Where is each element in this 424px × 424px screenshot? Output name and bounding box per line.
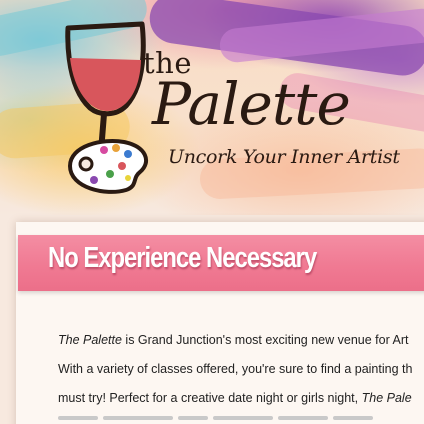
the-palette-logo[interactable]: the Palette Uncork Your Inner Artist [60,14,400,204]
body-text: must try! Perfect for a creative date ni… [58,391,362,405]
body-line-2: With a variety of classes offered, you'r… [58,362,413,376]
body-text: is Grand Junction's most exciting new ve… [121,333,409,347]
body-line-1: The Palette is Grand Junction's most exc… [58,333,424,347]
venue-name-italic: The Palette [58,333,122,347]
body-line-4-cut [58,416,418,424]
section-title: No Experience Necessary [48,242,317,274]
paint-palette-icon [67,139,149,194]
venue-name-italic: The Pale [361,391,412,405]
body-line-3: must try! Perfect for a creative date ni… [58,391,424,405]
logo-word-palette: Palette [152,70,351,138]
logo-tagline: Uncork Your Inner Artist [168,146,400,168]
